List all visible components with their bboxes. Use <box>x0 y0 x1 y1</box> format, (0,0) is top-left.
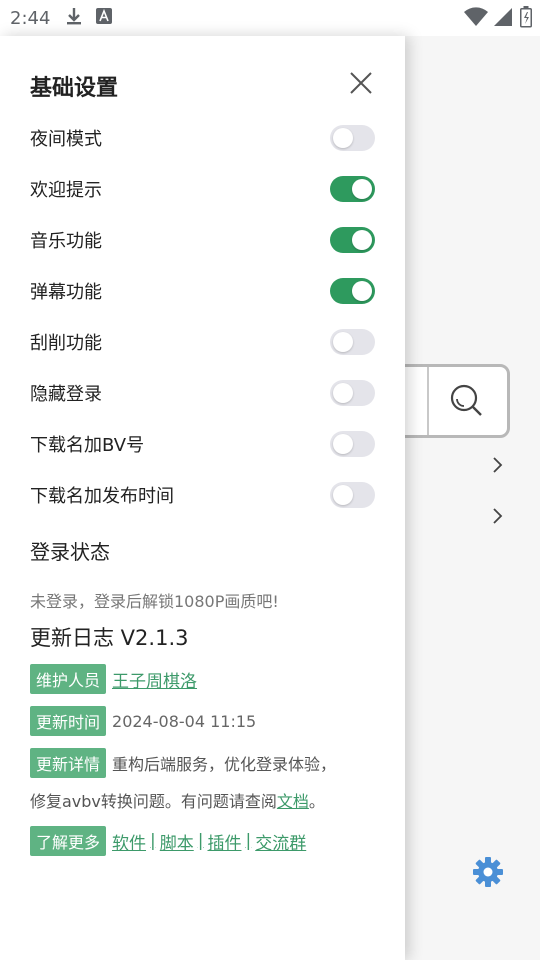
setting-label: 欢迎提示 <box>30 180 102 201</box>
toggle-knob <box>333 434 353 454</box>
setting-scrape: 刮削功能 <box>30 327 375 357</box>
search-divider <box>427 367 429 435</box>
toggle-switch[interactable] <box>330 278 375 304</box>
setting-danmaku: 弹幕功能 <box>30 276 375 306</box>
maintainer-badge: 维护人员 <box>30 664 107 694</box>
link-plugin[interactable]: 插件 <box>207 829 241 854</box>
update-time-line: 更新时间 2024-08-04 11:15 <box>30 706 256 736</box>
setting-download-bv: 下载名加BV号 <box>30 429 375 459</box>
link-software[interactable]: 软件 <box>112 829 146 854</box>
setting-label: 隐藏登录 <box>30 384 102 405</box>
close-icon[interactable] <box>349 71 373 95</box>
setting-download-date: 下载名加发布时间 <box>30 480 375 510</box>
settings-drawer: 基础设置 夜间模式 欢迎提示 音乐功能 弹幕功能 刮削功能 隐藏登录 下载名加B… <box>0 36 405 960</box>
setting-label: 音乐功能 <box>30 231 102 252</box>
maintainer-link[interactable]: 王子周棋洛 <box>112 667 197 692</box>
toggle-knob <box>352 230 372 250</box>
toggle-knob <box>333 332 353 352</box>
update-details-suffix: 。 <box>308 792 325 811</box>
setting-night-mode: 夜间模式 <box>30 123 375 153</box>
toggle-knob <box>333 383 353 403</box>
docs-link[interactable]: 文档 <box>277 792 309 811</box>
maintainer-line: 维护人员 王子周棋洛 <box>30 664 197 694</box>
setting-label: 夜间模式 <box>30 129 102 150</box>
login-note: 未登录，登录后解锁1080P画质吧! <box>30 592 279 611</box>
toggle-knob <box>333 128 353 148</box>
setting-label: 弹幕功能 <box>30 282 102 303</box>
update-details-badge: 更新详情 <box>30 748 107 778</box>
setting-hide-login: 隐藏登录 <box>30 378 375 408</box>
link-separator: | <box>197 831 204 851</box>
update-details-line: 更新详情 重构后端服务，优化登录体验， <box>30 748 336 778</box>
signal-icon <box>494 6 514 32</box>
setting-label: 下载名加发布时间 <box>30 486 174 507</box>
toggle-knob <box>352 179 372 199</box>
update-details-text: 重构后端服务，优化登录体验， <box>112 755 337 774</box>
changelog-heading: 更新日志 V2.1.3 <box>30 626 189 650</box>
toggle-knob <box>352 281 372 301</box>
update-time-badge: 更新时间 <box>30 706 107 736</box>
background-page <box>404 36 540 960</box>
learn-more-links: 软件 | 脚本 | 插件 | 交流群 <box>112 829 306 854</box>
setting-label: 刮削功能 <box>30 333 102 354</box>
wifi-icon <box>464 6 488 32</box>
toggle-switch[interactable] <box>330 329 375 355</box>
update-time-value: 2024-08-04 11:15 <box>112 711 257 731</box>
drawer-title: 基础设置 <box>30 76 119 101</box>
toggle-knob <box>333 485 353 505</box>
search-icon[interactable] <box>449 383 485 423</box>
setting-welcome-tip: 欢迎提示 <box>30 174 375 204</box>
setting-music: 音乐功能 <box>30 225 375 255</box>
text-a-icon <box>96 8 113 28</box>
download-icon <box>66 6 82 30</box>
link-separator: | <box>150 831 156 851</box>
chevron-right-icon[interactable] <box>490 507 504 525</box>
status-bar: 2:44 <box>0 0 540 36</box>
learn-more-badge: 了解更多 <box>30 826 107 856</box>
link-group[interactable]: 交流群 <box>255 829 306 854</box>
login-heading: 登录状态 <box>30 540 110 564</box>
status-time: 2:44 <box>10 7 51 29</box>
learn-more-line: 了解更多 软件 | 脚本 | 插件 | 交流群 <box>30 826 306 856</box>
toggle-switch[interactable] <box>330 227 375 253</box>
update-details-text-2: 修复avbv转换问题。有问题请查阅 <box>30 792 277 811</box>
toggle-switch[interactable] <box>330 380 375 406</box>
link-script[interactable]: 脚本 <box>160 829 194 854</box>
setting-label: 下载名加BV号 <box>30 435 145 456</box>
update-details-continued: 修复avbv转换问题。有问题请查阅文档。 <box>30 788 325 812</box>
toggle-switch[interactable] <box>330 176 375 202</box>
battery-icon <box>520 6 532 32</box>
chevron-right-icon[interactable] <box>490 456 504 474</box>
link-separator: | <box>245 831 252 851</box>
gear-icon[interactable] <box>472 856 504 892</box>
toggle-switch[interactable] <box>330 431 375 457</box>
toggle-switch[interactable] <box>330 482 375 508</box>
toggle-switch[interactable] <box>330 125 375 151</box>
